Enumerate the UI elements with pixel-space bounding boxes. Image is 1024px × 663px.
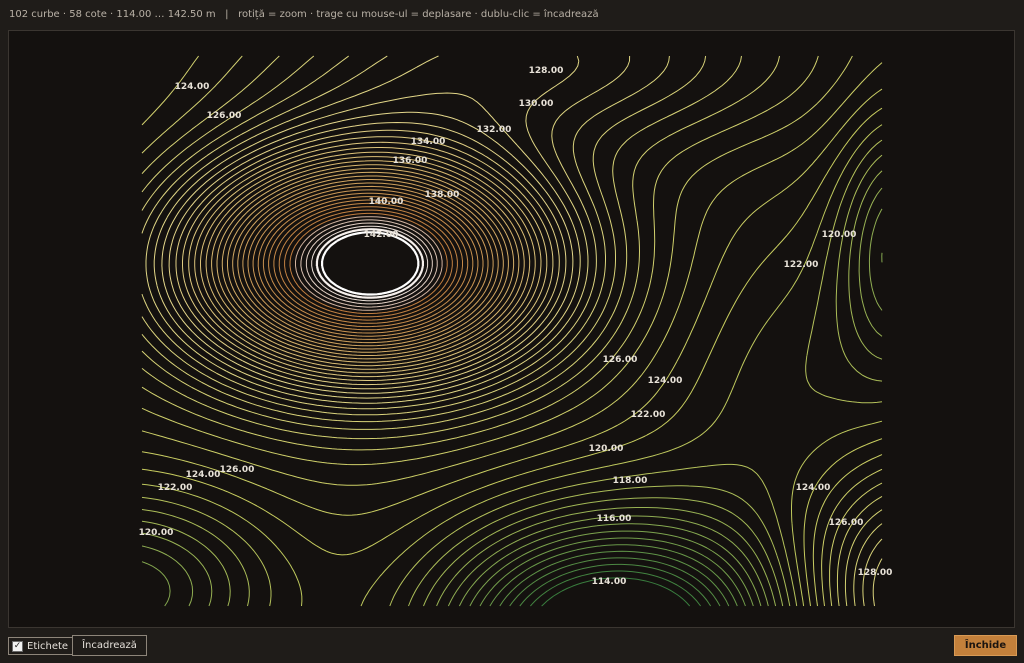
contour-label: 140.00 xyxy=(369,197,404,207)
contour-label: 126.00 xyxy=(829,518,864,528)
contour-label: 124.00 xyxy=(186,470,221,480)
contour-lines xyxy=(141,55,883,607)
contour-line xyxy=(141,154,883,607)
close-button[interactable]: Închide xyxy=(954,635,1017,656)
contour-label: 120.00 xyxy=(822,230,857,240)
contour-line xyxy=(321,231,420,296)
contour-label: 116.00 xyxy=(597,514,632,524)
labels-checkbox[interactable]: ✓ Etichete xyxy=(8,637,74,655)
contour-line xyxy=(257,192,479,334)
contour-label: 122.00 xyxy=(631,410,666,420)
contour-label: 138.00 xyxy=(425,190,460,200)
contour-label: 128.00 xyxy=(858,568,893,578)
contour-line xyxy=(273,202,463,324)
contour-line xyxy=(141,252,883,607)
contour-label: 128.00 xyxy=(529,66,564,76)
contour-label: 124.00 xyxy=(648,376,683,386)
contour-label: 120.00 xyxy=(589,444,624,454)
contour-label: 118.00 xyxy=(613,476,648,486)
contour-line xyxy=(252,189,484,337)
contour-line xyxy=(268,199,469,328)
contour-label: 130.00 xyxy=(519,99,554,109)
contour-line xyxy=(205,156,531,367)
contour-label: 136.00 xyxy=(393,156,428,166)
status-bar: 102 curbe · 58 cote · 114.00 … 142.50 m … xyxy=(0,0,1024,30)
contour-label: 126.00 xyxy=(603,355,638,365)
contour-line xyxy=(141,107,883,607)
fit-button[interactable]: Încadrează xyxy=(72,635,147,656)
contour-viewport[interactable]: 128.00 124.00 130.00 126.00 132.00 134.00 136.… xyxy=(8,30,1015,628)
contour-line xyxy=(141,139,883,607)
contour-label: 124.00 xyxy=(175,82,210,92)
contour-map[interactable]: 128.00 124.00 130.00 126.00 132.00 134.00 136.… xyxy=(9,31,1016,629)
contour-label: 122.00 xyxy=(158,483,193,493)
contour-label: 134.00 xyxy=(411,137,446,147)
checkbox-icon[interactable]: ✓ xyxy=(12,640,23,652)
contour-line xyxy=(469,530,754,607)
contour-labels: 128.00 124.00 130.00 126.00 132.00 134.00 136.… xyxy=(139,66,893,587)
contour-label: 120.00 xyxy=(139,528,174,538)
contour-label: 114.00 xyxy=(592,577,627,587)
contour-label: 122.00 xyxy=(784,260,819,270)
contour-label: 124.00 xyxy=(796,483,831,493)
bottom-toolbar: ✓ Etichete Încadrează Închide xyxy=(0,630,1024,663)
contour-label: 126.00 xyxy=(207,111,242,121)
contour-label: 132.00 xyxy=(477,125,512,135)
labels-checkbox-label: Etichete xyxy=(27,640,69,652)
contour-label: 126.00 xyxy=(220,465,255,475)
contour-label: 142.00 xyxy=(364,230,399,240)
status-text: 102 curbe · 58 cote · 114.00 … 142.50 m … xyxy=(9,9,599,20)
